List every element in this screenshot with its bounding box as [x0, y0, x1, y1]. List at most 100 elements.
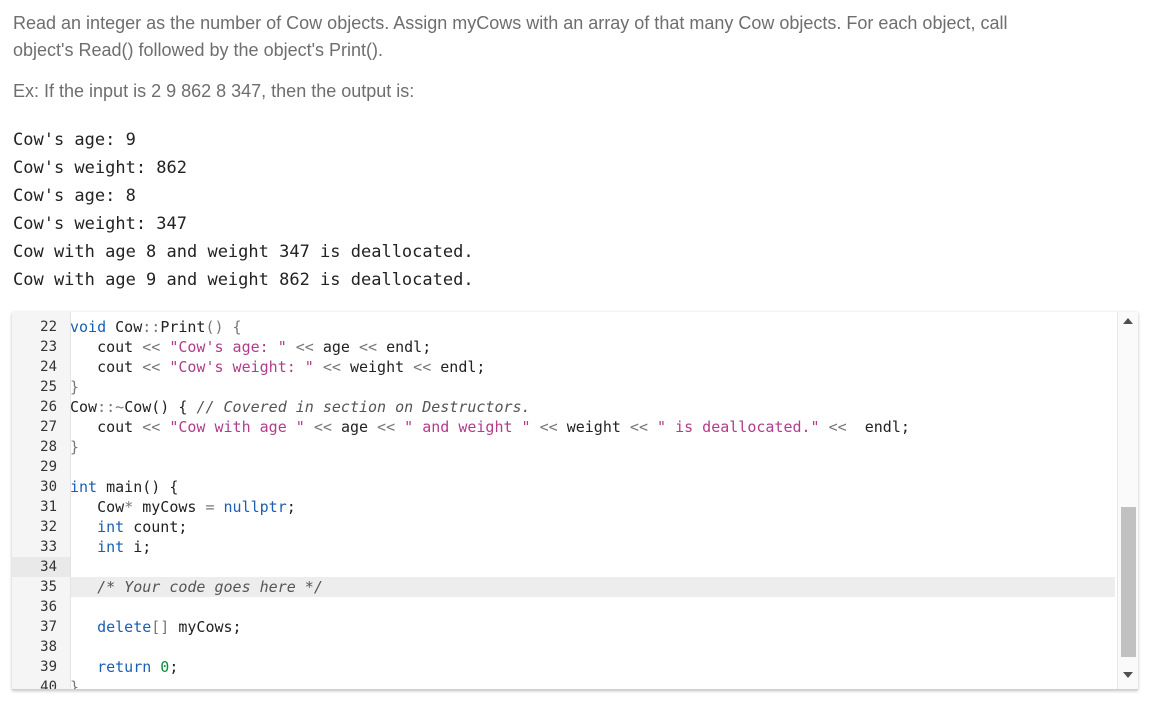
line-number: 35 [40, 579, 57, 595]
code-token: cout [70, 338, 143, 356]
code-token: :: [142, 318, 161, 336]
code-token: cout [70, 418, 143, 436]
line-number: 34 [40, 559, 57, 575]
code-token: age [340, 418, 369, 436]
expected-output: Cow's age: 9 Cow's weight: 862 Cow's age: … [13, 126, 474, 294]
code-token: endl; [386, 338, 432, 356]
code-token: Cow [70, 398, 98, 416]
code-token: << [304, 418, 341, 436]
code-token: endl; [864, 418, 910, 436]
code-token: " is deallocated." [657, 418, 820, 436]
line-number: 39 [40, 659, 57, 675]
line-number: 22 [40, 319, 57, 335]
code-token: << [530, 418, 567, 436]
code-line-37[interactable]: delete[] myCows; [70, 617, 242, 637]
code-line-23[interactable]: cout << "Cow's age: " << age << endl; [70, 337, 431, 357]
code-token: << [349, 338, 387, 356]
code-token: << [368, 418, 405, 436]
code-line-25[interactable]: } [70, 377, 79, 397]
line-number: 23 [40, 339, 57, 355]
code-line-28[interactable]: } [70, 437, 79, 457]
output-line: Cow with age 8 and weight 347 is dealloc… [13, 242, 474, 262]
line-number: 28 [40, 439, 57, 455]
code-token: return [70, 658, 152, 676]
code-token: << [142, 338, 161, 356]
line-number: 24 [40, 359, 57, 375]
code-token: Cow() { [124, 398, 197, 416]
code-line-35[interactable]: /* Your code goes here */ [70, 577, 323, 597]
output-line: Cow's weight: 347 [13, 214, 187, 234]
code-token: weight [349, 358, 405, 376]
line-number: 33 [40, 539, 57, 555]
code-line-26[interactable]: Cow::~Cow() { // Covered in section on D… [70, 397, 531, 417]
scroll-down-arrow-icon[interactable] [1123, 672, 1133, 678]
line-number: 30 [40, 479, 57, 495]
code-token: 0 [151, 658, 170, 676]
code-token: "Cow's age: " [160, 338, 287, 356]
code-token: Cow [106, 318, 143, 336]
code-line-32[interactable]: int count; [70, 517, 187, 537]
code-token: << [313, 358, 350, 376]
code-line-24[interactable]: cout << "Cow's weight: " << weight << en… [70, 357, 485, 377]
scroll-up-arrow-icon[interactable] [1123, 318, 1133, 324]
code-token: " and weight " [404, 418, 531, 436]
line-number: 32 [40, 519, 57, 535]
code-token: myCows; [169, 618, 242, 636]
code-token: i; [124, 538, 152, 556]
line-number: 36 [40, 599, 57, 615]
code-token: () { [205, 318, 242, 336]
code-token: int [70, 538, 125, 556]
code-token: Cow [70, 498, 125, 516]
code-line-40[interactable]: } [70, 677, 80, 690]
prompt-line-2: object's Read() followed by the object's… [13, 40, 384, 60]
example-text: Ex: If the input is 2 9 862 8 347, then … [13, 81, 415, 101]
line-number: 26 [40, 399, 57, 415]
code-line-33[interactable]: int i; [70, 537, 151, 557]
code-token: void [70, 318, 107, 336]
code-token: ; [286, 498, 296, 516]
code-token: "Cow's weight: " [160, 358, 314, 376]
code-line-22[interactable]: void Cow::Print() { [70, 317, 242, 337]
output-line: Cow's age: 9 [13, 130, 136, 150]
code-token: endl; [440, 358, 486, 376]
output-line: Cow's age: 8 [13, 186, 136, 206]
code-token: int [70, 478, 98, 496]
code-line-27[interactable]: cout << "Cow with age " << age << " and … [70, 417, 910, 437]
code-token: Print [160, 318, 206, 336]
line-number: 29 [40, 459, 57, 475]
code-token: myCows [133, 498, 206, 516]
code-token: ; [169, 658, 179, 676]
output-line: Cow's weight: 862 [13, 158, 187, 178]
line-number: 31 [40, 499, 57, 515]
code-token: = [205, 498, 215, 516]
code-token: nullptr [214, 498, 287, 516]
code-token: } [70, 378, 80, 396]
code-token: "Cow with age " [160, 418, 305, 436]
code-token: << [286, 338, 323, 356]
problem-statement: Read an integer as the number of Cow obj… [13, 10, 1123, 64]
prompt-line-1: Read an integer as the number of Cow obj… [13, 13, 1008, 33]
code-token: * [124, 498, 134, 516]
code-token: << [819, 418, 865, 436]
code-token: } [70, 438, 80, 456]
line-number: 40 [40, 679, 57, 690]
code-token: age [322, 338, 350, 356]
code-line-31[interactable]: Cow* myCows = nullptr; [70, 497, 296, 517]
code-token: ::~ [97, 398, 125, 416]
code-token: cout [70, 358, 143, 376]
code-token: int [70, 518, 125, 536]
vertical-scrollbar[interactable] [1117, 312, 1138, 689]
line-number-gutter: 22 23 24 25 26 27 28 29 30 31 32 33 34 3… [12, 312, 71, 689]
code-line-30[interactable]: int main() { [70, 477, 178, 497]
code-token: main() { [97, 478, 179, 496]
line-number: 37 [40, 619, 57, 635]
code-token: } [70, 678, 80, 690]
scrollbar-thumb[interactable] [1121, 507, 1136, 657]
code-line-39[interactable]: return 0; [70, 657, 178, 677]
code-comment: // Covered in section on Destructors. [196, 398, 531, 416]
code-token: delete [70, 618, 152, 636]
code-editor[interactable]: 22 23 24 25 26 27 28 29 30 31 32 33 34 3… [12, 312, 1138, 690]
code-token: weight [566, 418, 621, 436]
code-token: << [142, 418, 161, 436]
code-token: << [142, 358, 161, 376]
